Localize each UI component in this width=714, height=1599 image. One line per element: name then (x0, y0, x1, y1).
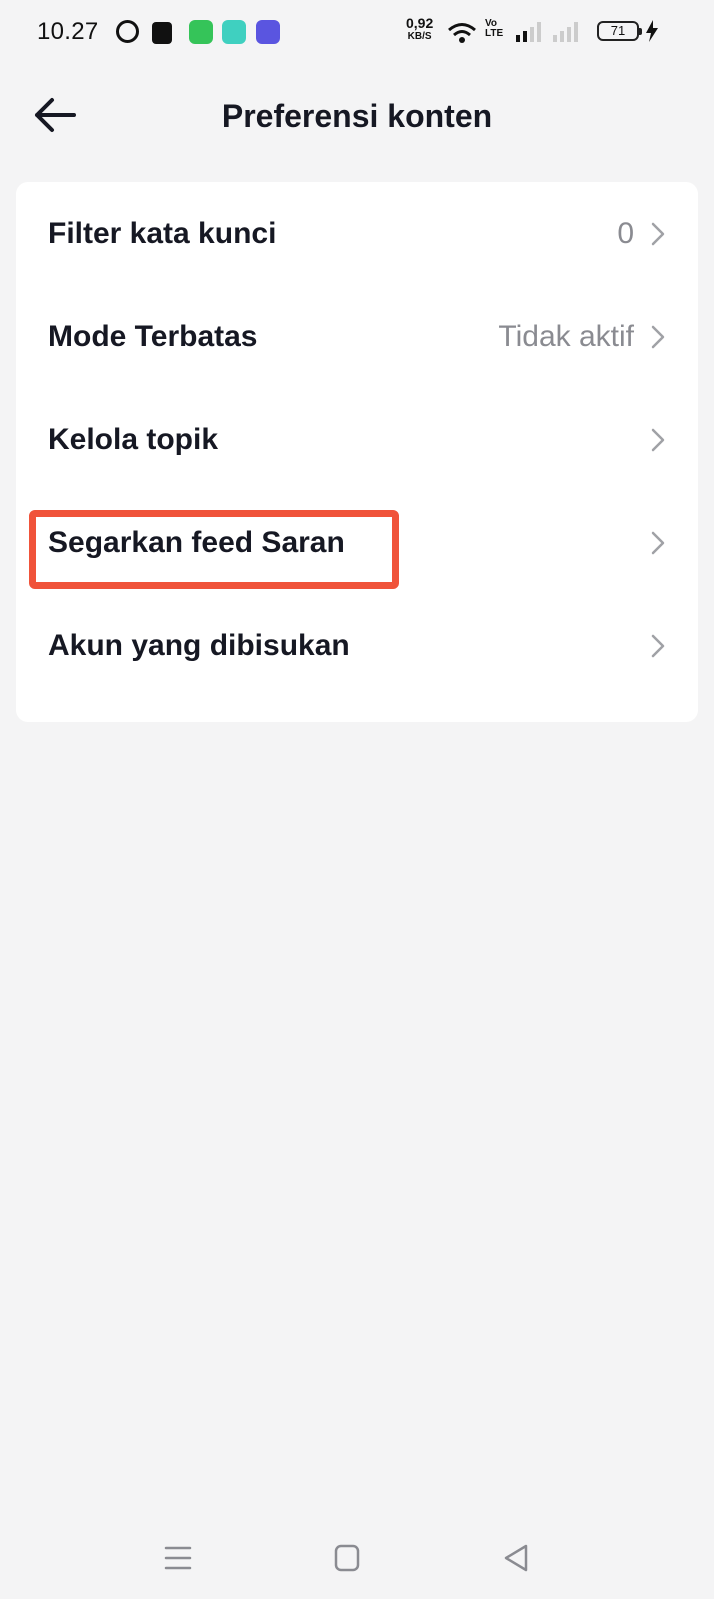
page-title: Preferensi konten (221, 98, 493, 134)
content-preferences-list: Filter kata kunci 0 Mode Terbatas Tidak … (16, 182, 698, 722)
menu-item-label: Mode Terbatas (48, 319, 258, 353)
chevron-right-icon (651, 428, 665, 451)
network-speed-value: 0,92 (406, 15, 434, 31)
system-navigation-bar (0, 1520, 714, 1599)
menu-item-value: Tidak aktif (498, 319, 634, 353)
purple-app-icon (256, 20, 280, 44)
volte-line2: LTE (485, 28, 504, 39)
status-time: 10.27 (37, 18, 99, 45)
menu-item-restricted-mode[interactable]: Mode Terbatas Tidak aktif (16, 285, 698, 388)
signal-icon-2 (553, 22, 578, 42)
menu-item-label: Filter kata kunci (48, 216, 277, 250)
menu-icon[interactable] (158, 1540, 198, 1576)
menu-item-manage-topics[interactable]: Kelola topik (16, 388, 698, 491)
chevron-right-icon (651, 222, 665, 245)
status-bar: 10.27 0,92 KB/S Vo LTE 71 (0, 0, 714, 64)
chevron-right-icon (651, 531, 665, 554)
whatsapp-icon (116, 20, 139, 43)
top-bar: Preferensi konten (0, 64, 714, 168)
menu-item-muted-accounts[interactable]: Akun yang dibisukan (16, 594, 698, 697)
teal-app-icon (222, 20, 246, 44)
green-app-icon (189, 20, 213, 44)
menu-item-value: 0 (617, 216, 634, 250)
menu-item-keyword-filter[interactable]: Filter kata kunci 0 (16, 182, 698, 285)
chevron-right-icon (651, 634, 665, 657)
volte-indicator: Vo LTE (485, 19, 503, 39)
network-speed-unit: KB/S (407, 31, 432, 42)
battery-icon: 71 (597, 21, 642, 41)
menu-item-label: Segarkan feed Saran (48, 525, 345, 559)
shopee-icon (152, 22, 172, 44)
back-triangle-icon[interactable] (497, 1540, 537, 1576)
signal-icon (516, 22, 541, 42)
network-speed: 0,92 KB/S (406, 15, 434, 43)
home-icon[interactable] (327, 1540, 367, 1576)
menu-item-refresh-feed[interactable]: Segarkan feed Saran (16, 491, 698, 594)
wifi-icon (448, 23, 476, 43)
menu-item-label: Kelola topik (48, 422, 219, 456)
charging-icon (646, 20, 658, 42)
chevron-right-icon (651, 325, 665, 348)
menu-item-label: Akun yang dibisukan (48, 628, 350, 662)
